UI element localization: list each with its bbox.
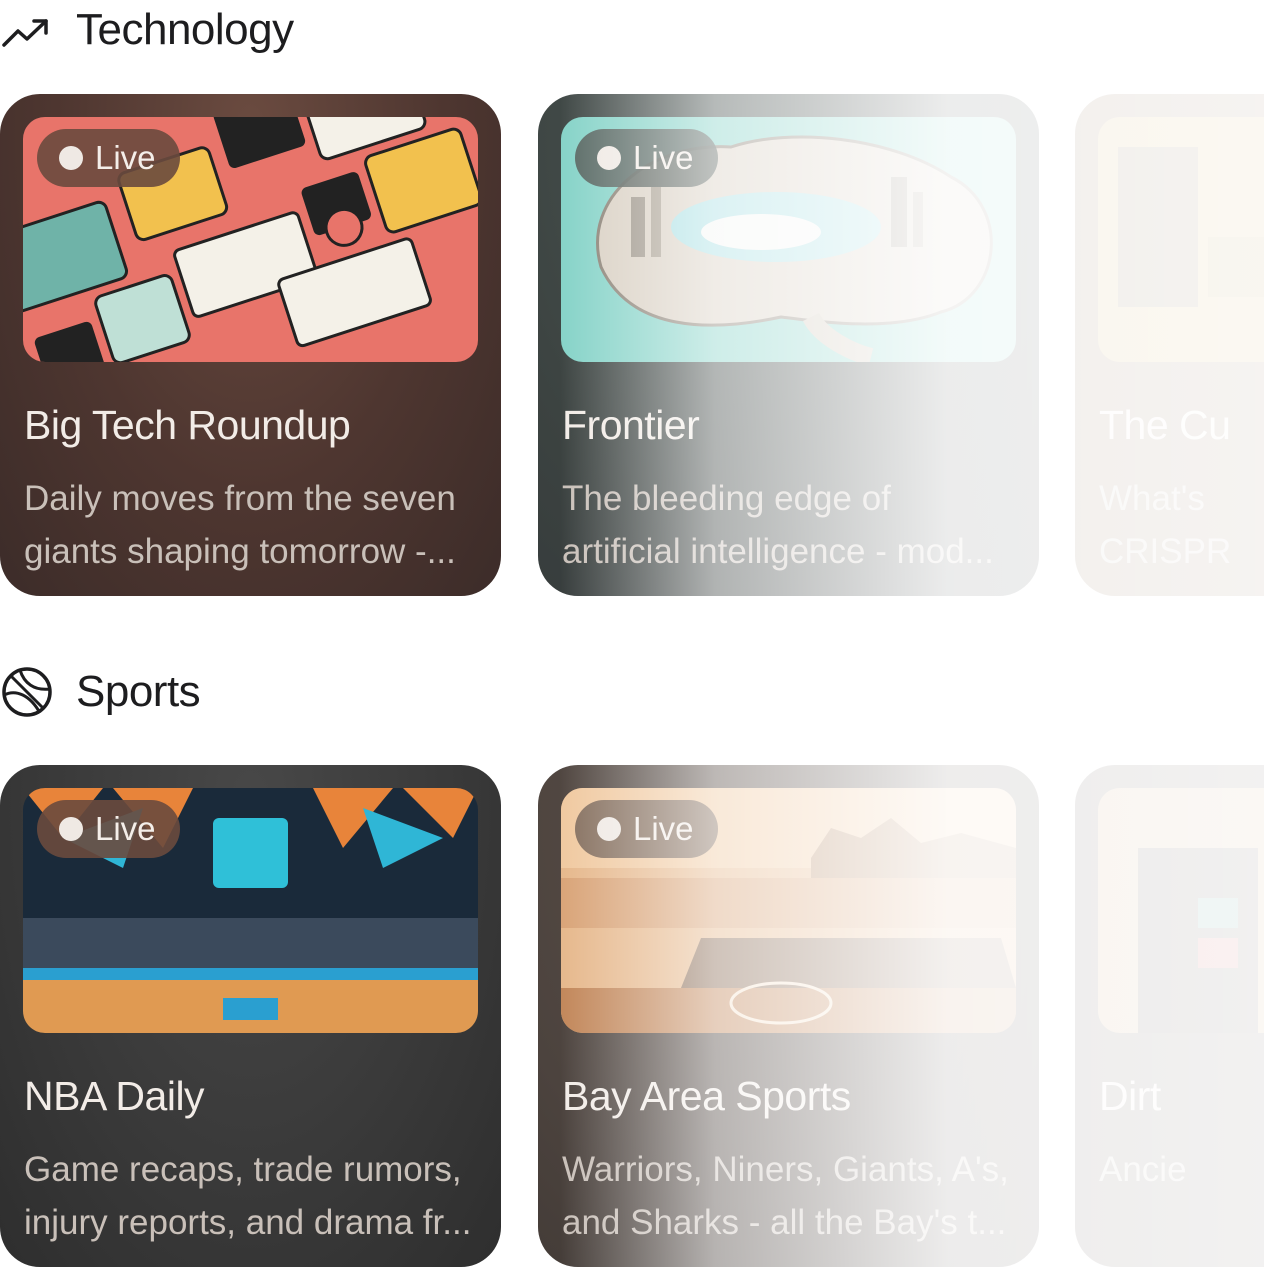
live-dot-icon [59, 817, 83, 841]
card-description-line: giants shaping tomorrow -... [24, 532, 456, 571]
card-description: Game recaps, trade rumors, injury report… [24, 1143, 479, 1249]
live-dot-icon [59, 146, 83, 170]
card-title: Dirt [1099, 1073, 1161, 1119]
show-card-big-tech-roundup[interactable]: Live Big Tech Roundup Daily moves from t… [0, 94, 501, 596]
live-badge-label: Live [633, 139, 694, 176]
card-description-line: injury reports, and drama fr... [24, 1203, 472, 1242]
thumbnail-image: Live [23, 117, 478, 362]
card-description-line: Warriors, Niners, Giants, A's, [562, 1150, 1009, 1189]
show-card-bay-area-sports[interactable]: Live Bay Area Sports Warriors, Niners, G… [538, 765, 1039, 1267]
card-description-line: Daily moves from the seven [24, 479, 456, 518]
card-description-line: What's [1099, 479, 1205, 518]
card-title: Frontier [562, 402, 700, 448]
trending-up-icon [2, 19, 48, 47]
live-dot-icon [597, 146, 621, 170]
card-description-line: CRISPR [1099, 532, 1232, 571]
card-description: Ancie [1099, 1143, 1264, 1196]
card-description-line: The bleeding edge of [562, 479, 891, 518]
live-badge-label: Live [633, 810, 694, 847]
live-badge: Live [575, 129, 718, 187]
thumbnail-image: Live [23, 788, 478, 1033]
card-description-line: Game recaps, trade rumors, [24, 1150, 462, 1189]
card-description: What's CRISPR [1099, 472, 1264, 578]
thumbnail-image [1098, 788, 1264, 1033]
card-title: Big Tech Roundup [24, 402, 351, 448]
card-description: Daily moves from the seven giants shapin… [24, 472, 479, 578]
card-description-line: artificial intelligence - mod... [562, 532, 994, 571]
section-title: Technology [76, 5, 294, 54]
card-description: The bleeding edge of artificial intellig… [562, 472, 1017, 578]
basketball-icon [2, 667, 52, 717]
thumbnail-image: Live [561, 117, 1016, 362]
live-dot-icon [597, 817, 621, 841]
live-badge: Live [575, 800, 718, 858]
show-card-dirt[interactable]: Dirt Ancie [1075, 765, 1264, 1267]
section-title: Sports [76, 667, 201, 716]
show-card-frontier[interactable]: Live Frontier The bleeding edge of artif… [538, 94, 1039, 596]
section-header-technology: Technology [0, 0, 294, 60]
show-card-nba-daily[interactable]: Live NBA Daily Game recaps, trade rumors… [0, 765, 501, 1267]
live-badge-label: Live [95, 139, 156, 176]
live-badge-label: Live [95, 810, 156, 847]
live-badge: Live [37, 129, 180, 187]
card-title: The Cu [1099, 402, 1231, 448]
card-row-technology[interactable]: Live Big Tech Roundup Daily moves from t… [0, 94, 1264, 596]
section-header-sports: Sports [0, 662, 201, 722]
card-description: Warriors, Niners, Giants, A's, and Shark… [562, 1143, 1017, 1249]
card-description-line: and Sharks - all the Bay's t... [562, 1203, 1007, 1242]
card-title: Bay Area Sports [562, 1073, 851, 1119]
thumbnail-image: Live [561, 788, 1016, 1033]
card-description-line: Ancie [1099, 1150, 1187, 1189]
show-card-the-cu[interactable]: The Cu What's CRISPR [1075, 94, 1264, 596]
live-badge: Live [37, 800, 180, 858]
thumbnail-image [1098, 117, 1264, 362]
card-row-sports[interactable]: Live NBA Daily Game recaps, trade rumors… [0, 765, 1264, 1267]
card-title: NBA Daily [24, 1073, 205, 1119]
